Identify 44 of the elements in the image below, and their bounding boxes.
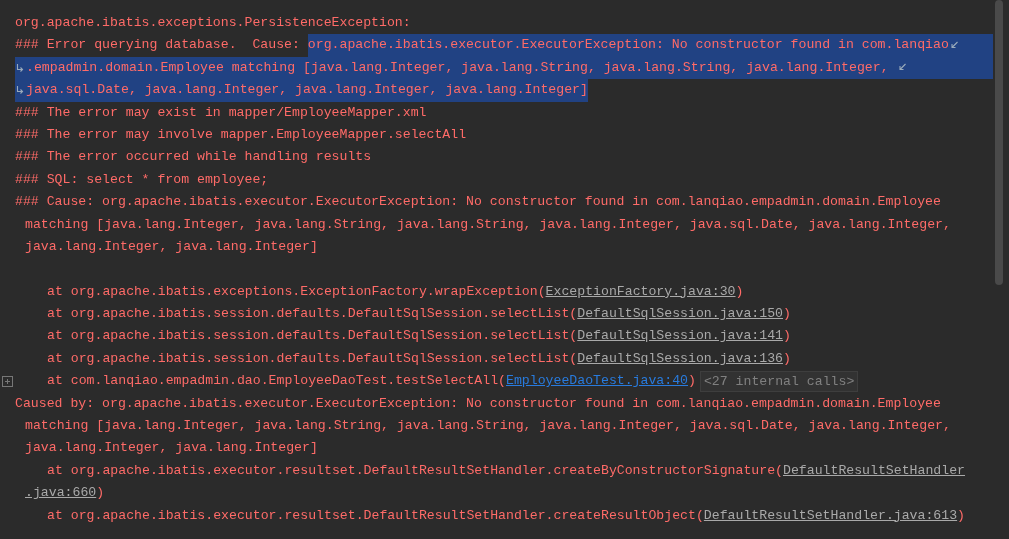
console-text: Caused by: org.apache.ibatis.executor.ExecutorException: No constructor found in com.lanqiao.empadmin.domain.Employee xyxy=(15,394,941,413)
internal-calls-hint[interactable]: <27 internal calls> xyxy=(699,370,859,392)
scrollbar-thumb[interactable] xyxy=(995,0,1003,285)
source-link[interactable]: EmployeeDaoTest.java:40 xyxy=(506,370,689,393)
console-text: ) xyxy=(957,506,966,525)
console-text: org.apache.ibatis.executor.ExecutorException: No constructor found in com.lanqiao xyxy=(307,34,949,57)
source-link[interactable]: DefaultResultSetHandler.java:613 xyxy=(703,504,958,527)
console-text: ### The error may exist in mapper/EmployeeMapper.xml xyxy=(15,103,427,122)
expand-icon[interactable] xyxy=(2,375,13,387)
wrap-icon xyxy=(897,62,907,73)
console-text: ) xyxy=(96,484,105,503)
console-text: matching [java.lang.Integer, java.lang.String, java.lang.String, java.lang.Integer, java.sql.Date, java.lang.Integer, xyxy=(25,417,951,436)
source-link[interactable]: DefaultResultSetHandler xyxy=(783,459,965,483)
console-text: ### The error occurred while handling results xyxy=(15,148,372,167)
console-text: .empadmin.domain.Employee matching [java.lang.Integer, java.lang.String, java.lang.String, java.lang.Integer, xyxy=(26,56,897,80)
console-text: ### Cause: org.apache.ibatis.executor.ExecutorException: No constructor found in com.lanqiao.empadmin.domain.Employee xyxy=(15,193,941,212)
console-text: java.lang.Integer, java.lang.Integer] xyxy=(25,439,318,458)
console-text: ) xyxy=(783,349,791,368)
console-text: at org.apache.ibatis.session.defaults.DefaultSqlSession.selectList( xyxy=(47,305,578,324)
source-link[interactable]: DefaultSqlSession.java:141 xyxy=(577,325,783,348)
console-text: java.lang.Integer, java.lang.Integer] xyxy=(25,237,318,256)
console-text: ) xyxy=(783,327,791,346)
console-text: at com.lanqiao.empadmin.dao.EmployeeDaoTest.testSelectAll( xyxy=(47,372,506,391)
source-link[interactable]: DefaultSqlSession.java:150 xyxy=(577,303,783,326)
source-link[interactable]: .java:660 xyxy=(25,482,97,505)
console-text: ### Error querying database. Cause: xyxy=(15,36,301,55)
console-text: java.sql.Date, java.lang.Integer, java.lang.Integer, java.lang.Integer] xyxy=(26,79,588,102)
wrap-icon xyxy=(16,85,25,96)
console-text: at org.apache.ibatis.session.defaults.DefaultSqlSession.selectList( xyxy=(47,349,578,368)
wrap-icon xyxy=(16,62,25,73)
console-text: at org.apache.ibatis.executor.resultset.DefaultResultSetHandler.createResultObject( xyxy=(47,506,704,525)
console-text: ) xyxy=(735,282,744,301)
console-text: ### The error may involve mapper.EmployeeMapper.selectAll xyxy=(15,125,467,144)
source-link[interactable]: DefaultSqlSession.java:136 xyxy=(577,347,783,371)
console-text: matching [java.lang.Integer, java.lang.String, java.lang.String, java.lang.Integer, java.sql.Date, java.lang.Integer, xyxy=(25,215,951,234)
console-text: ### SQL: select * from employee; xyxy=(15,170,269,189)
source-link[interactable]: ExceptionFactory.java:30 xyxy=(545,280,736,304)
console-text: at org.apache.ibatis.exceptions.ExceptionFactory.wrapException( xyxy=(47,282,546,301)
console-text: at org.apache.ibatis.session.defaults.DefaultSqlSession.selectList( xyxy=(47,327,578,346)
console-text: org.apache.ibatis.exceptions.PersistenceException: xyxy=(15,14,411,32)
wrap-icon xyxy=(949,40,959,51)
console-text: ) xyxy=(783,305,791,324)
console-text: ) xyxy=(688,372,696,391)
console-text: at org.apache.ibatis.executor.resultset.DefaultResultSetHandler.createByConstructorSignature( xyxy=(47,461,783,480)
